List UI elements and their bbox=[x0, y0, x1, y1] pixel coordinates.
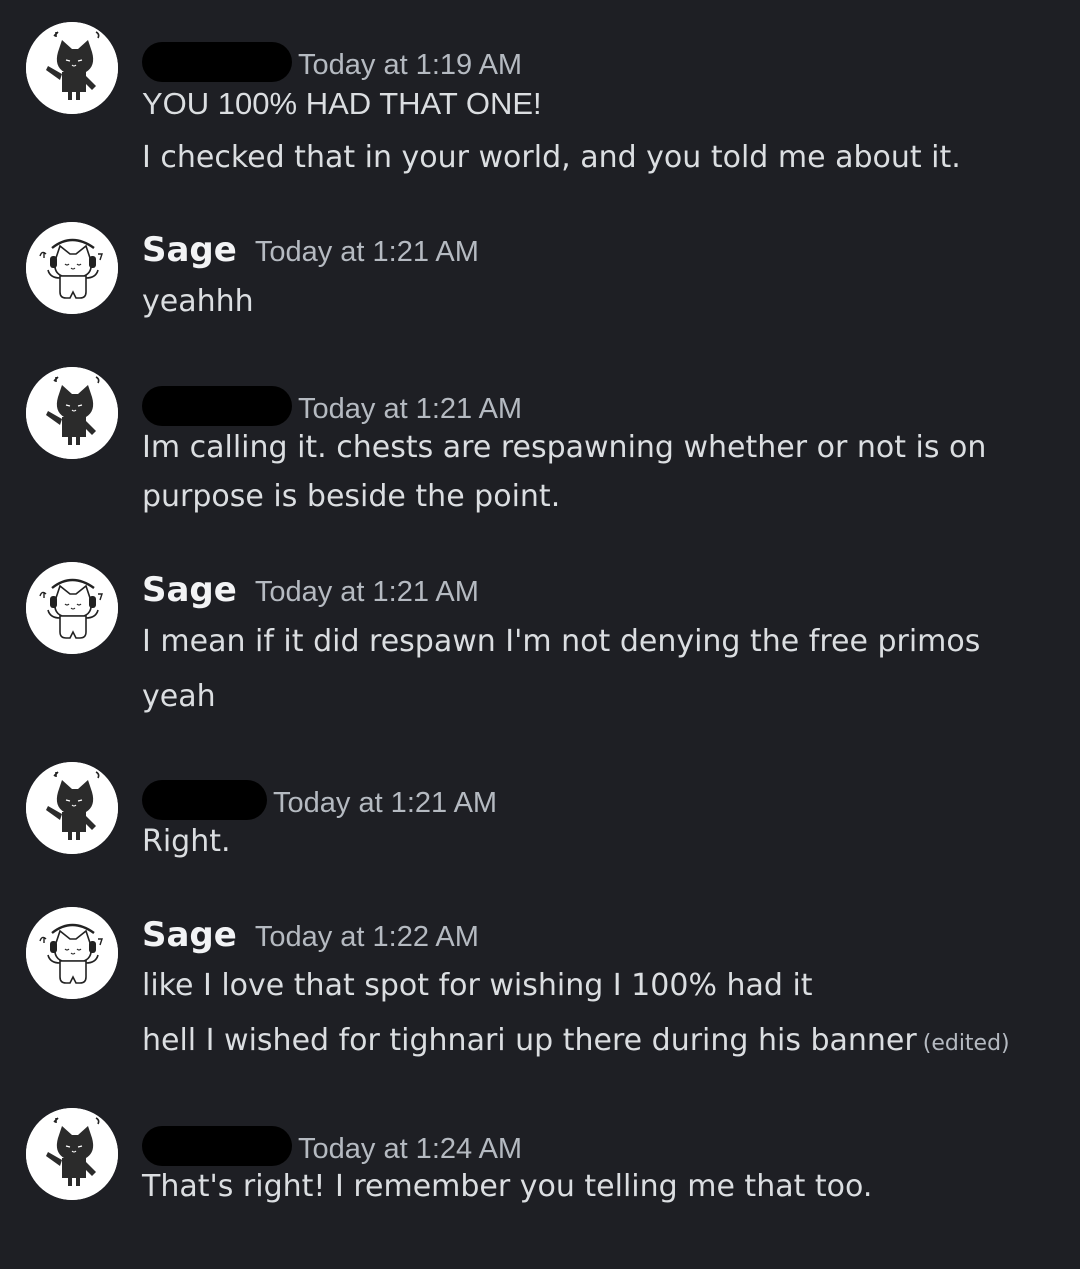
white-cat-headphones-icon bbox=[26, 562, 118, 654]
timestamp: Today at 1:21 AM bbox=[273, 787, 498, 819]
message-text: I mean if it did respawn I'm not denying… bbox=[142, 624, 981, 659]
redacted-username bbox=[142, 42, 292, 82]
avatar[interactable] bbox=[26, 367, 118, 459]
timestamp: Today at 1:19 AM bbox=[298, 49, 523, 81]
timestamp: Today at 1:22 AM bbox=[254, 921, 479, 953]
username[interactable]: Sage bbox=[142, 915, 237, 955]
avatar[interactable] bbox=[26, 562, 118, 654]
avatar[interactable] bbox=[26, 907, 118, 999]
avatar[interactable] bbox=[26, 22, 118, 114]
white-cat-headphones-icon bbox=[26, 907, 118, 999]
message-text: YOU 100% HAD THAT ONE! bbox=[142, 86, 542, 121]
message-header: Today at 1:19 AM bbox=[142, 34, 522, 84]
avatar[interactable] bbox=[26, 762, 118, 854]
message-header: Sage Today at 1:21 AM bbox=[142, 570, 479, 620]
message-text: Im calling it. chests are respawning whe… bbox=[142, 430, 987, 465]
message-text: hell I wished for tighnari up there duri… bbox=[142, 1023, 1010, 1058]
message-text: yeah bbox=[142, 679, 216, 714]
redacted-username bbox=[142, 780, 267, 820]
avatar[interactable] bbox=[26, 222, 118, 314]
message-text: Right. bbox=[142, 824, 231, 859]
message-text: That's right! I remember you telling me … bbox=[142, 1169, 873, 1204]
message-text: yeahhh bbox=[142, 284, 254, 319]
black-cat-icon bbox=[26, 367, 118, 459]
message-text: I checked that in your world, and you to… bbox=[142, 140, 961, 175]
white-cat-headphones-icon bbox=[26, 222, 118, 314]
timestamp: Today at 1:21 AM bbox=[298, 393, 523, 425]
timestamp: Today at 1:21 AM bbox=[254, 236, 479, 268]
message-header: Sage Today at 1:22 AM bbox=[142, 915, 479, 965]
avatar[interactable] bbox=[26, 1108, 118, 1200]
username[interactable]: Sage bbox=[142, 570, 237, 610]
edited-label: (edited) bbox=[922, 1031, 1010, 1056]
message-header: Today at 1:24 AM bbox=[142, 1118, 522, 1168]
message-header: Today at 1:21 AM bbox=[142, 378, 522, 428]
message-text: purpose is beside the point. bbox=[142, 479, 561, 514]
chat-log: Today at 1:19 AM YOU 100% HAD THAT ONE! … bbox=[0, 0, 1080, 1269]
black-cat-icon bbox=[26, 1108, 118, 1200]
black-cat-icon bbox=[26, 762, 118, 854]
redacted-username bbox=[142, 1126, 292, 1166]
username[interactable]: Sage bbox=[142, 230, 237, 270]
message-header: Sage Today at 1:21 AM bbox=[142, 230, 479, 280]
message-text: like I love that spot for wishing I 100%… bbox=[142, 968, 813, 1003]
timestamp: Today at 1:24 AM bbox=[298, 1133, 523, 1165]
timestamp: Today at 1:21 AM bbox=[254, 576, 479, 608]
redacted-username bbox=[142, 386, 292, 426]
message-header: Today at 1:21 AM bbox=[142, 772, 497, 822]
message-text-content: hell I wished for tighnari up there duri… bbox=[142, 1023, 917, 1058]
black-cat-icon bbox=[26, 22, 118, 114]
